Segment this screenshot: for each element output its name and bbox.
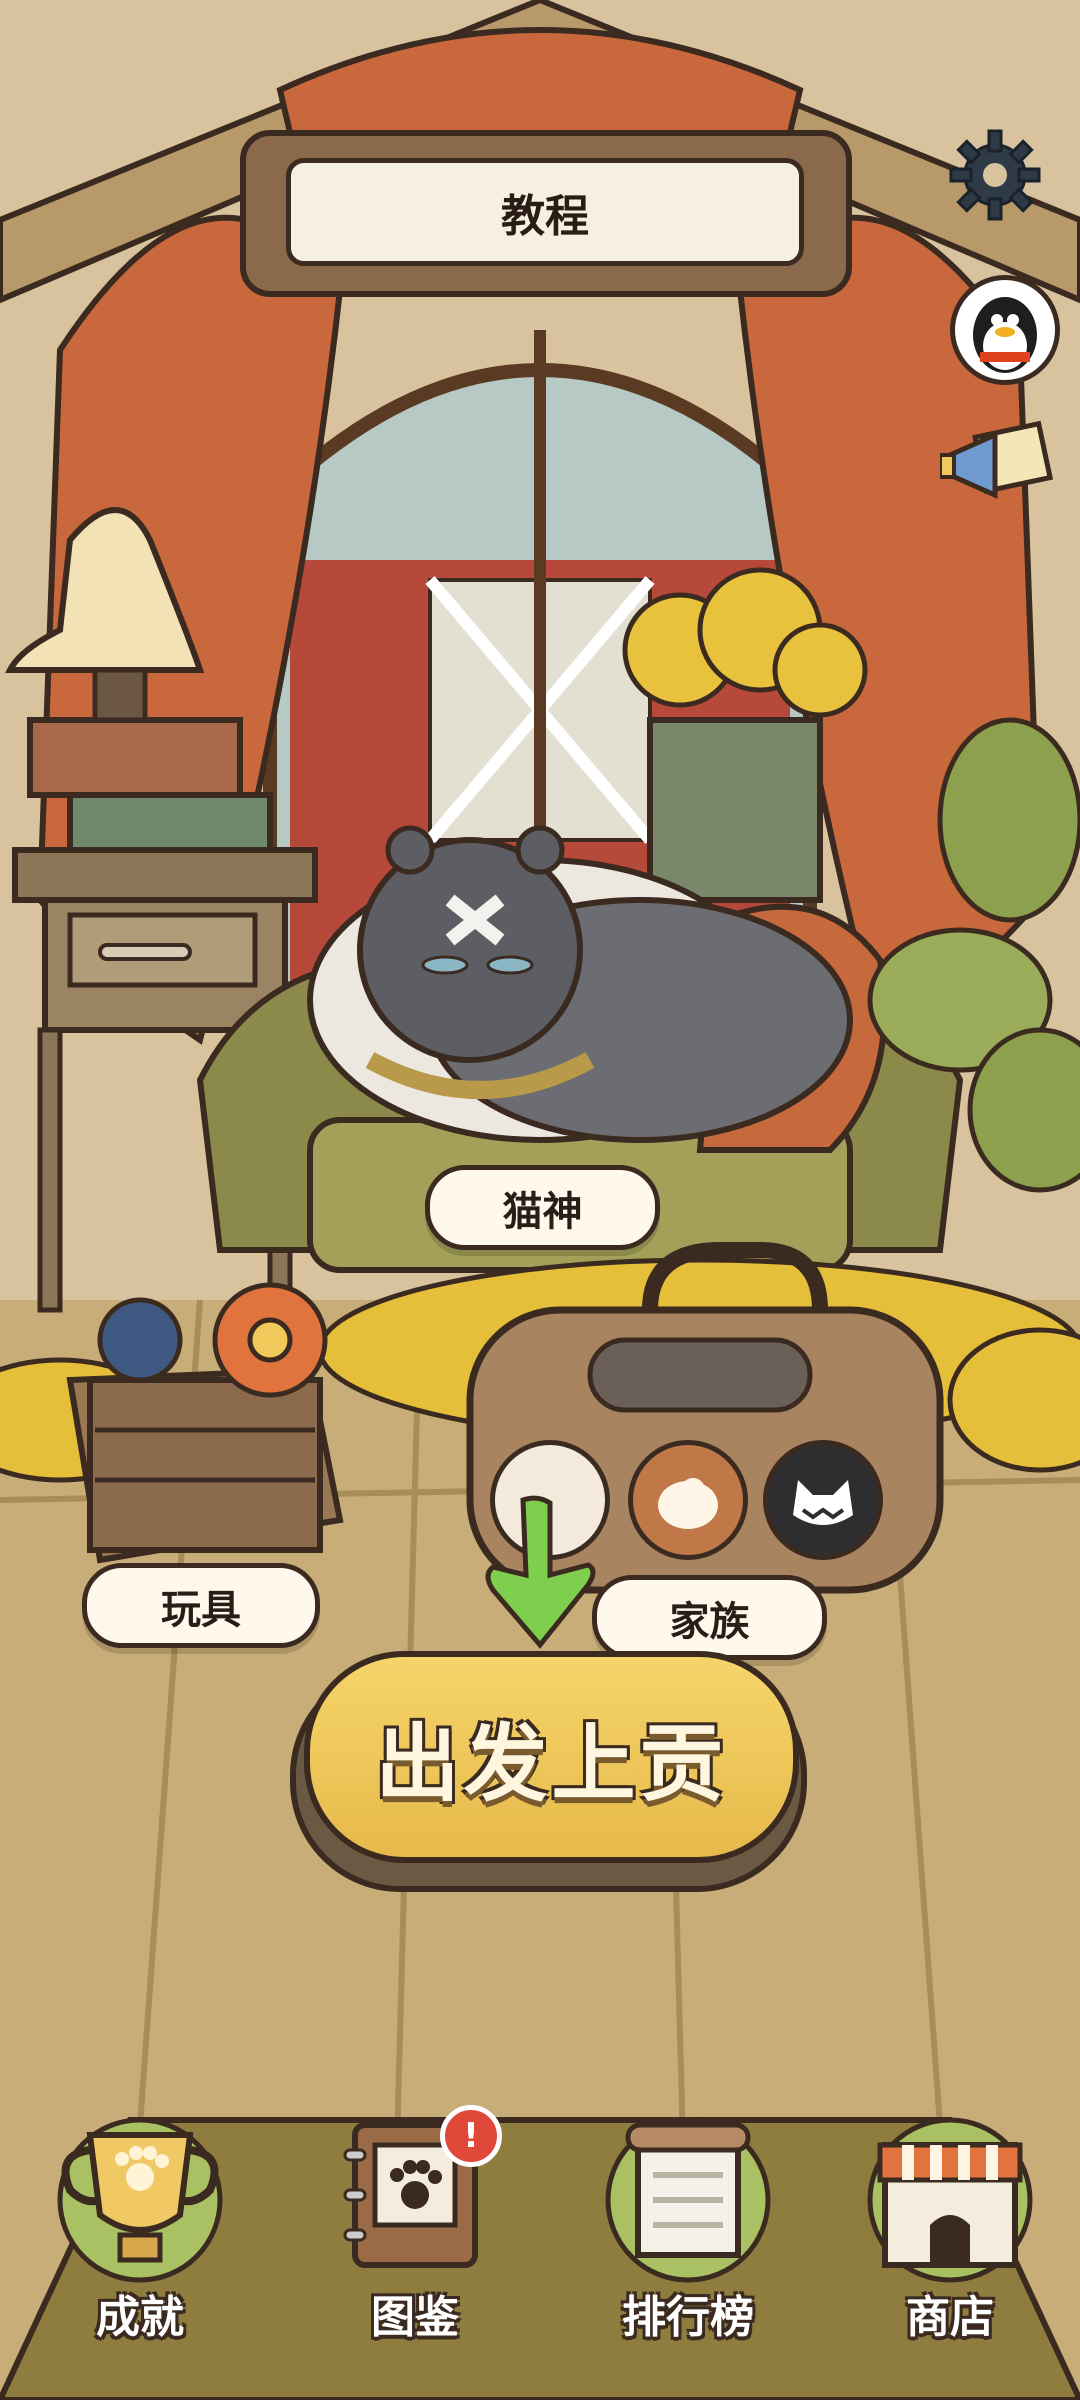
cat-name-label[interactable]: 猫神 <box>425 1165 660 1250</box>
settings-gear-icon[interactable] <box>945 125 1045 225</box>
nav-label: 成就 <box>96 2292 184 2343</box>
bottom-nav: 成就 ! 图鉴 排行榜 商店 <box>0 2060 1080 2400</box>
nav-leaderboard[interactable]: 排行榜 <box>578 2085 798 2345</box>
main-action-button[interactable]: 出发上贡 <box>290 1651 807 1892</box>
title-sign[interactable]: 教程 <box>240 130 852 297</box>
main-action-label: 出发上贡 <box>375 1714 728 1813</box>
toys-label: 玩具 <box>161 1586 241 1633</box>
family-button[interactable]: 家族 <box>592 1575 827 1660</box>
toys-button[interactable]: 玩具 <box>82 1563 320 1648</box>
catalog-alert-badge-text: ! <box>463 2116 479 2156</box>
family-label: 家族 <box>669 1598 750 1645</box>
nav-label: 图鉴 <box>371 2292 459 2343</box>
cat-name-text: 猫神 <box>502 1188 583 1235</box>
tutorial-arrow-icon <box>478 1495 603 1655</box>
catalog-alert-badge: ! <box>440 2105 502 2167</box>
trophy-icon <box>50 2105 230 2285</box>
nav-achievements[interactable]: 成就 <box>30 2085 250 2345</box>
cat-avatar-slot-3[interactable] <box>763 1440 883 1560</box>
qq-penguin-icon[interactable] <box>950 275 1060 385</box>
megaphone-mail-icon[interactable] <box>938 415 1055 515</box>
shop-icon <box>860 2105 1040 2285</box>
nav-shop[interactable]: 商店 <box>840 2085 1060 2345</box>
cat-avatar-slot-2[interactable] <box>628 1440 748 1560</box>
main-action-button-face: 出发上贡 <box>304 1651 799 1863</box>
game-scene: 教程 猫神 玩具 家族 出发上贡 成就 ! 图鉴 排行榜 商店 <box>0 0 1080 2400</box>
title-sign-text: 教程 <box>501 191 589 242</box>
nav-label: 商店 <box>906 2292 994 2343</box>
nav-catalog[interactable]: ! 图鉴 <box>305 2085 525 2345</box>
nav-label: 排行榜 <box>622 2292 754 2343</box>
scroll-icon <box>598 2105 778 2285</box>
